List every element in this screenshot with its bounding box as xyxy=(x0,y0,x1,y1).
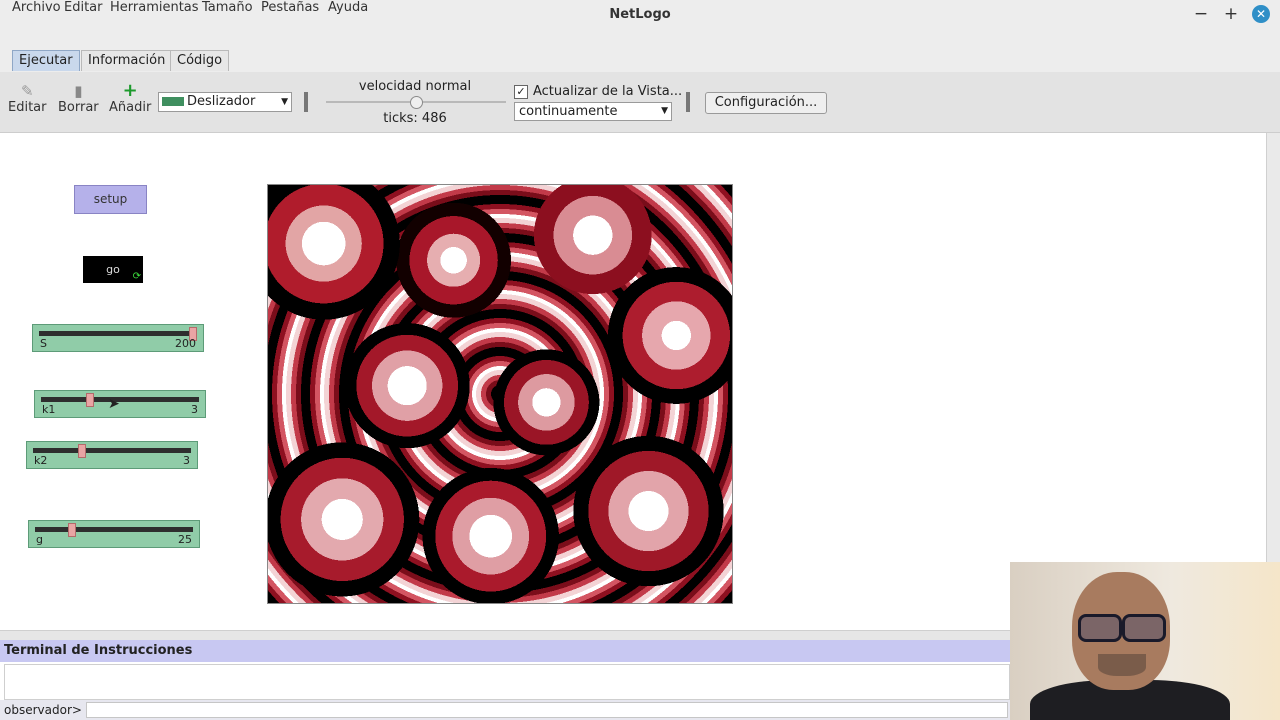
add-label: Añadir xyxy=(109,100,152,115)
update-view-checkbox[interactable]: ✓ xyxy=(514,85,528,99)
pencil-icon: ✎ xyxy=(20,82,34,100)
chevron-down-icon: ▼ xyxy=(661,106,668,116)
trash-icon: ▮ xyxy=(74,82,83,100)
observer-prompt[interactable]: observador> xyxy=(4,703,82,717)
minimize-button[interactable]: − xyxy=(1190,3,1212,25)
ticks-counter: ticks: 486 xyxy=(383,111,447,126)
slider-thumb[interactable] xyxy=(68,523,76,537)
command-center-title: Terminal de Instrucciones xyxy=(4,643,193,658)
menu-editar[interactable]: Editar xyxy=(64,0,103,19)
slider-name: k2 xyxy=(34,454,48,467)
menu-herramientas[interactable]: Herramientas xyxy=(110,0,199,19)
widget-type-select[interactable]: Deslizador ▼ xyxy=(158,92,292,112)
slider-k1[interactable]: k1 3 xyxy=(34,390,206,418)
slider-track xyxy=(39,331,197,336)
toolbar-separator xyxy=(304,92,308,112)
slider-value: 3 xyxy=(191,403,198,416)
slider-value: 3 xyxy=(183,454,190,467)
slider-value: 25 xyxy=(178,533,192,546)
slider-k2[interactable]: k2 3 xyxy=(26,441,198,469)
slider-name: g xyxy=(36,533,43,546)
vertical-scrollbar[interactable] xyxy=(1266,133,1280,563)
edit-button[interactable]: ✎ Editar xyxy=(8,82,47,115)
presenter-glasses xyxy=(1078,614,1166,642)
setup-button[interactable]: setup xyxy=(74,185,147,214)
delete-button[interactable]: ▮ Borrar xyxy=(58,82,99,115)
slider-s[interactable]: S 200 xyxy=(32,324,204,352)
toolbar: ✎ Editar ▮ Borrar + Añadir Deslizador ▼ … xyxy=(0,72,1280,133)
slider-track xyxy=(35,527,193,532)
command-input[interactable] xyxy=(86,702,1008,718)
speed-label: velocidad normal xyxy=(358,79,472,94)
menu-bar xyxy=(0,29,1280,48)
chevron-down-icon: ▼ xyxy=(281,97,288,107)
slider-g[interactable]: g 25 xyxy=(28,520,200,548)
slider-name: S xyxy=(40,337,47,350)
close-button[interactable]: ✕ xyxy=(1252,5,1270,23)
update-mode-value: continuamente xyxy=(519,104,618,119)
slider-thumb[interactable] xyxy=(78,444,86,458)
edit-label: Editar xyxy=(8,100,47,115)
tab-ejecutar[interactable]: Ejecutar xyxy=(12,50,80,71)
slider-thumb[interactable] xyxy=(86,393,94,407)
maximize-button[interactable]: + xyxy=(1220,3,1242,25)
slider-value: 200 xyxy=(175,337,196,350)
update-mode-select[interactable]: continuamente ▼ xyxy=(514,102,672,121)
world-view[interactable] xyxy=(267,184,733,604)
presenter-beard xyxy=(1098,654,1146,676)
delete-label: Borrar xyxy=(58,100,99,115)
update-view-label: Actualizar de la Vista... xyxy=(533,84,683,99)
widget-type-value: Deslizador xyxy=(187,94,256,109)
tab-codigo[interactable]: Código xyxy=(170,50,230,71)
command-center-output xyxy=(4,664,1010,700)
go-button[interactable]: go ⟳ xyxy=(83,256,143,283)
slider-track xyxy=(33,448,191,453)
webcam-overlay xyxy=(1010,562,1280,720)
menu-archivo[interactable]: Archivo xyxy=(12,0,61,19)
plus-icon: + xyxy=(122,80,138,101)
add-button[interactable]: + Añadir xyxy=(109,80,152,116)
settings-button[interactable]: Configuración... xyxy=(705,92,827,114)
slider-name: k1 xyxy=(42,403,56,416)
slider-widget-icon xyxy=(162,97,184,106)
speed-slider-thumb[interactable] xyxy=(410,96,423,109)
slider-track xyxy=(41,397,199,402)
go-label: go xyxy=(106,263,120,276)
forever-icon: ⟳ xyxy=(132,271,141,282)
menu-pestanas[interactable]: Pestañas xyxy=(261,0,319,19)
toolbar-separator xyxy=(686,92,690,112)
menu-ayuda[interactable]: Ayuda xyxy=(328,0,368,19)
mouse-cursor-icon: ➤ xyxy=(108,396,120,412)
menu-tamano[interactable]: Tamaño xyxy=(202,0,253,19)
tab-informacion[interactable]: Información xyxy=(81,50,173,71)
